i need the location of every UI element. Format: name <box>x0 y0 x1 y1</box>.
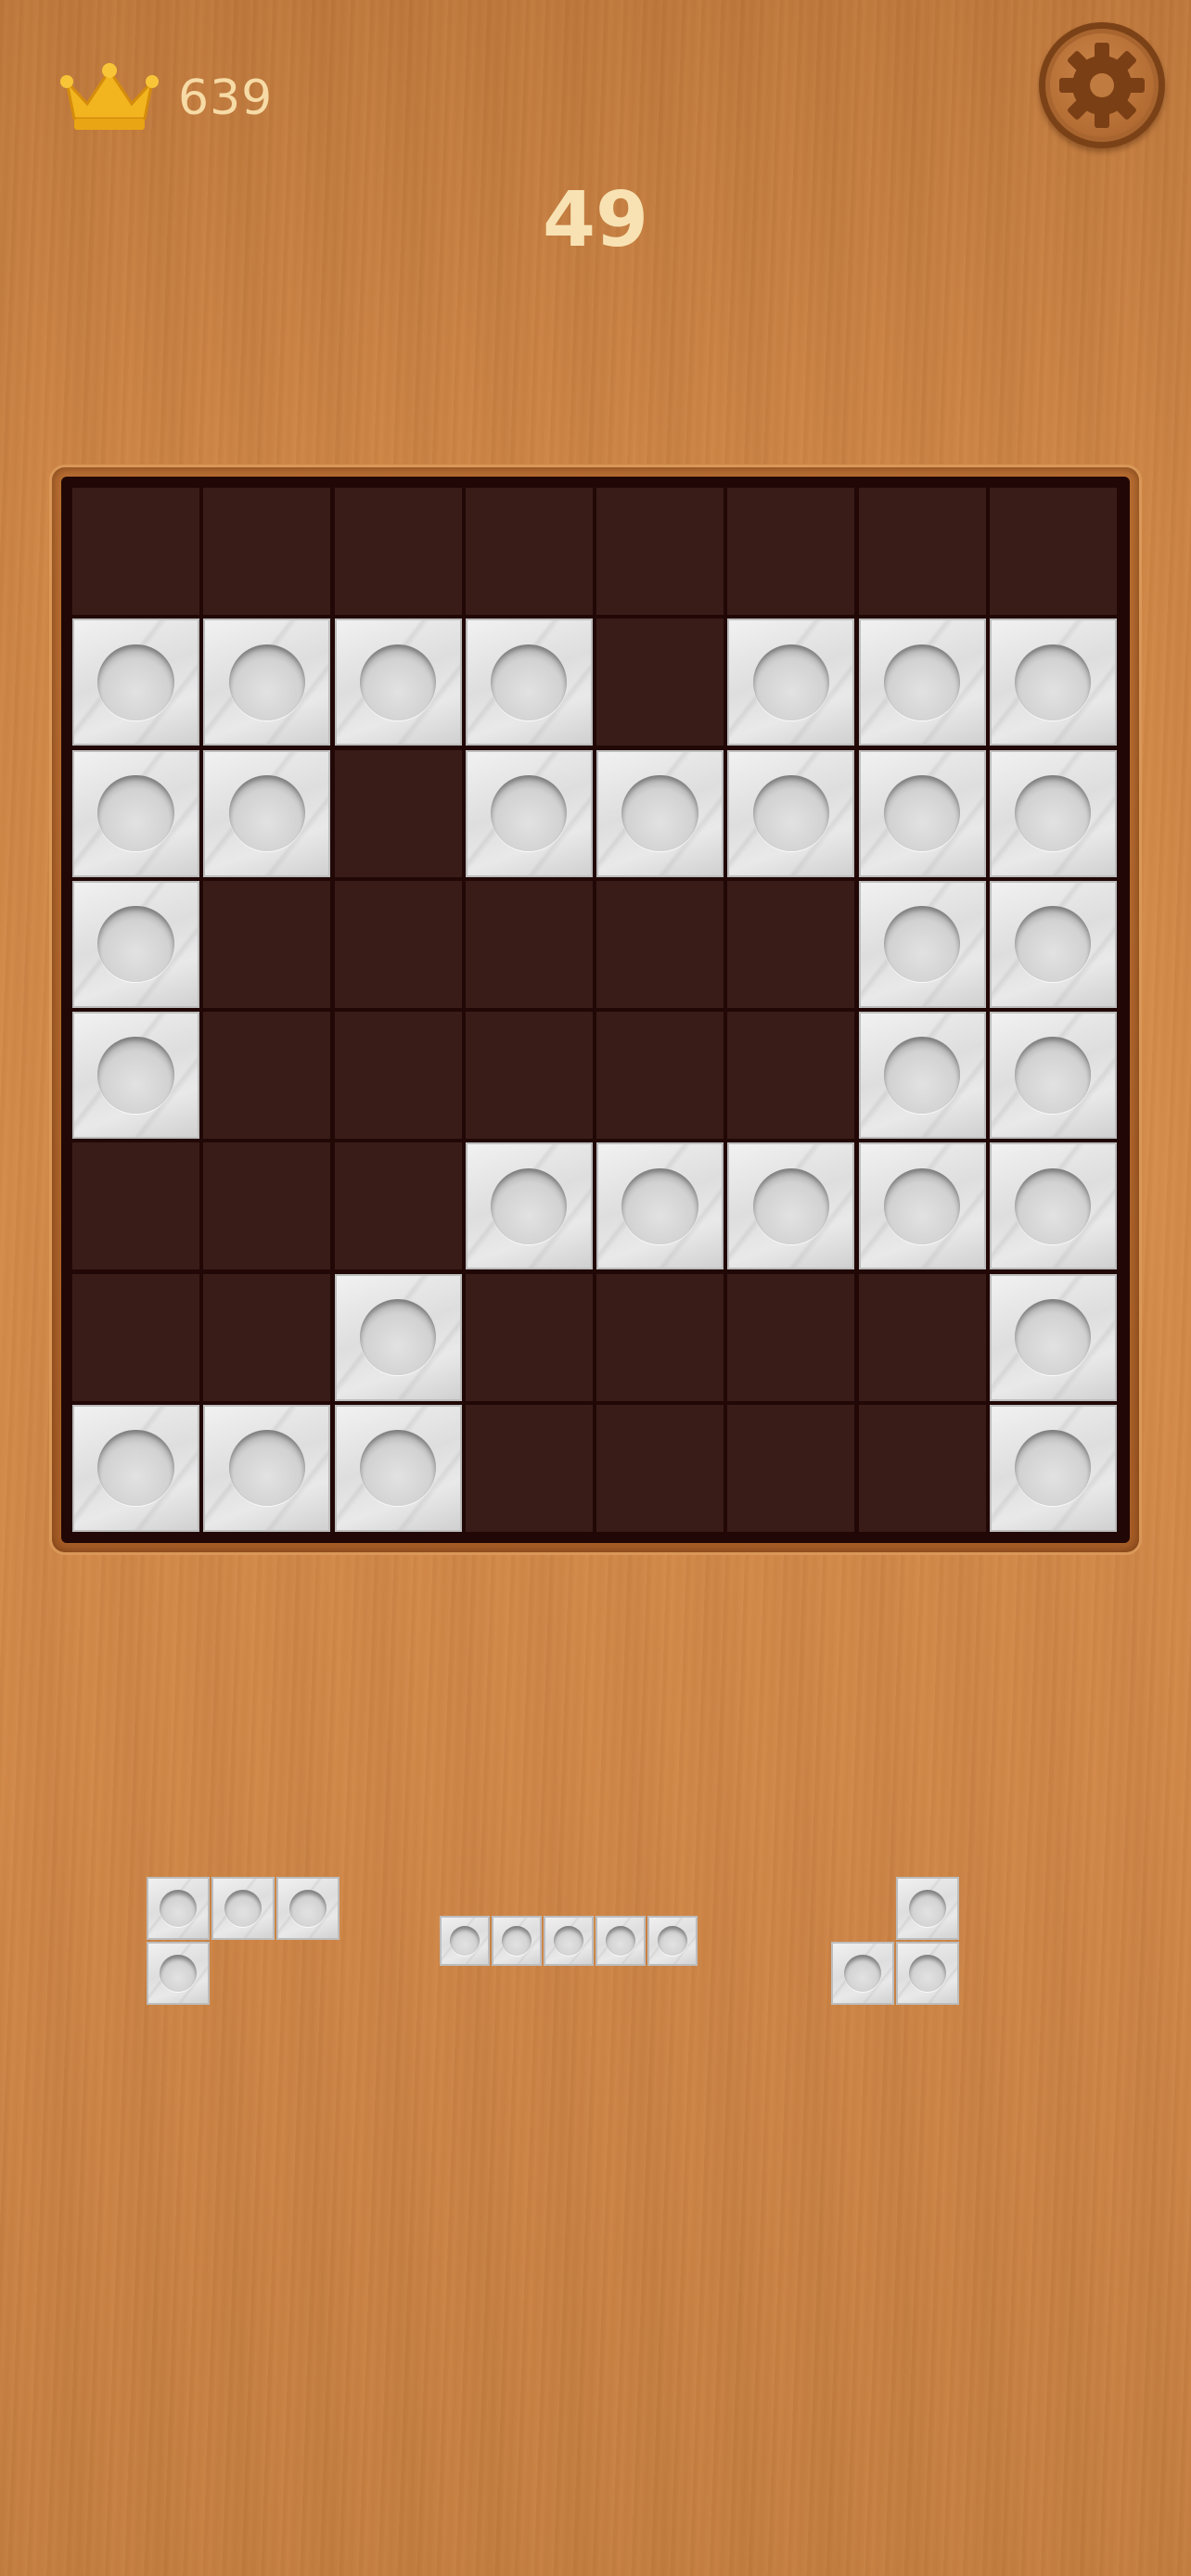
board-cell-filled[interactable] <box>858 1142 986 1270</box>
board-cell-empty[interactable] <box>465 1273 593 1401</box>
piece-block <box>896 1942 959 2005</box>
board-cell-filled[interactable] <box>989 1404 1117 1532</box>
piece-block <box>647 1916 698 1966</box>
board-cell-empty[interactable] <box>465 880 593 1008</box>
board-cell-filled[interactable] <box>72 1012 199 1139</box>
board-cell-empty[interactable] <box>203 880 331 1008</box>
board-cell-filled[interactable] <box>858 1012 986 1139</box>
board-cell-empty[interactable] <box>596 880 724 1008</box>
board-cell-filled[interactable] <box>858 880 986 1008</box>
board-cell-filled[interactable] <box>989 618 1117 746</box>
board-cell-filled[interactable] <box>989 1142 1117 1270</box>
board-cell-filled[interactable] <box>989 1012 1117 1139</box>
board-cell-filled[interactable] <box>334 1404 462 1532</box>
board-cell-filled[interactable] <box>72 1404 199 1532</box>
piece-block <box>831 1942 894 2005</box>
board-cell-empty[interactable] <box>203 1012 331 1139</box>
board-cell-empty[interactable] <box>727 488 855 615</box>
board-cell-filled[interactable] <box>72 880 199 1008</box>
board-cell-filled[interactable] <box>989 749 1117 877</box>
board-cell-filled[interactable] <box>334 1273 462 1401</box>
board-cell-empty[interactable] <box>596 1273 724 1401</box>
board-cell-empty[interactable] <box>989 488 1117 615</box>
settings-button[interactable] <box>1039 22 1165 148</box>
board-cell-empty[interactable] <box>72 1142 199 1270</box>
board-cell-filled[interactable] <box>465 1142 593 1270</box>
board-cell-empty[interactable] <box>727 1012 855 1139</box>
piece-block <box>147 1877 210 1940</box>
crown-icon <box>60 63 159 130</box>
piece-block <box>276 1877 339 1940</box>
piece-block <box>440 1916 490 1966</box>
board-cell-filled[interactable] <box>465 749 593 877</box>
board-cell-empty[interactable] <box>596 618 724 746</box>
board-cell-filled[interactable] <box>727 618 855 746</box>
board-cell-empty[interactable] <box>727 1273 855 1401</box>
piece-line-five[interactable] <box>440 1916 699 1968</box>
board-cell-empty[interactable] <box>596 488 724 615</box>
board-cell-filled[interactable] <box>727 749 855 877</box>
board-cell-filled[interactable] <box>596 1142 724 1270</box>
game-board[interactable] <box>61 477 1130 1543</box>
board-cell-empty[interactable] <box>858 1273 986 1401</box>
board-cell-filled[interactable] <box>727 1142 855 1270</box>
piece-block <box>596 1916 646 1966</box>
best-score: 639 <box>178 70 274 126</box>
board-cell-filled[interactable] <box>203 1404 331 1532</box>
board-cell-filled[interactable] <box>596 749 724 877</box>
board-cell-empty[interactable] <box>465 1012 593 1139</box>
board-cell-empty[interactable] <box>596 1012 724 1139</box>
board-cell-empty[interactable] <box>203 1142 331 1270</box>
board-cell-filled[interactable] <box>989 1273 1117 1401</box>
board-cell-empty[interactable] <box>72 1273 199 1401</box>
board-cell-empty[interactable] <box>858 488 986 615</box>
board-cell-empty[interactable] <box>334 749 462 877</box>
board-cell-empty[interactable] <box>596 1404 724 1532</box>
board-cell-empty[interactable] <box>727 880 855 1008</box>
board-cell-filled[interactable] <box>858 749 986 877</box>
piece-block <box>211 1877 275 1940</box>
board-cell-empty[interactable] <box>203 488 331 615</box>
board-cell-filled[interactable] <box>203 618 331 746</box>
board-cell-empty[interactable] <box>858 1404 986 1532</box>
board-cell-filled[interactable] <box>334 618 462 746</box>
current-score: 49 <box>542 176 649 264</box>
board-cell-empty[interactable] <box>203 1273 331 1401</box>
board-cell-filled[interactable] <box>465 618 593 746</box>
board-cell-filled[interactable] <box>203 749 331 877</box>
board-cell-empty[interactable] <box>465 488 593 615</box>
board-cell-filled[interactable] <box>72 749 199 877</box>
board-cell-empty[interactable] <box>465 1404 593 1532</box>
gear-icon <box>1059 43 1145 128</box>
piece-block <box>896 1877 959 1940</box>
board-cell-empty[interactable] <box>334 1142 462 1270</box>
piece-block <box>147 1942 210 2005</box>
board-cell-empty[interactable] <box>334 488 462 615</box>
board-cell-empty[interactable] <box>334 1012 462 1139</box>
board-cell-filled[interactable] <box>989 880 1117 1008</box>
piece-corner[interactable] <box>831 1877 961 2007</box>
piece-block <box>544 1916 594 1966</box>
board-cell-empty[interactable] <box>72 488 199 615</box>
piece-block <box>492 1916 542 1966</box>
piece-l-shape[interactable] <box>147 1877 341 2007</box>
board-cell-filled[interactable] <box>72 618 199 746</box>
board-cell-filled[interactable] <box>858 618 986 746</box>
board-cell-empty[interactable] <box>727 1404 855 1532</box>
board-cell-empty[interactable] <box>334 880 462 1008</box>
